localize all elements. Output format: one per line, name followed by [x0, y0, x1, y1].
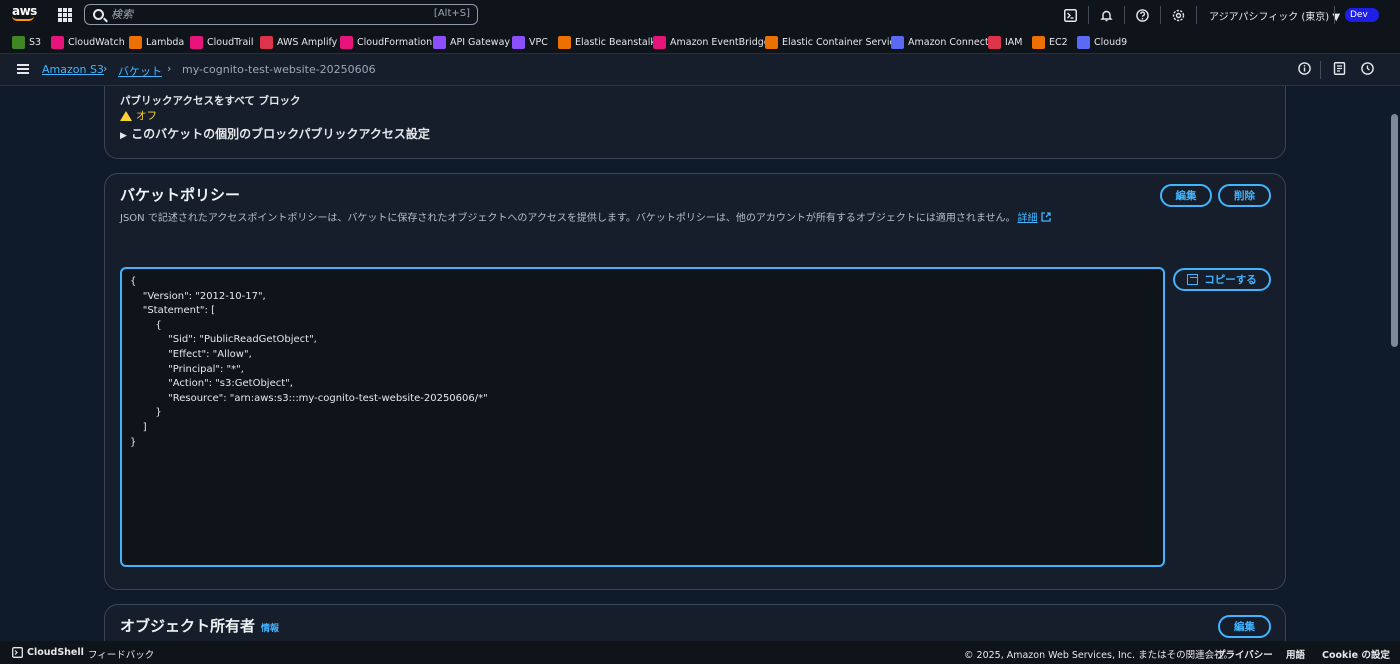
- favorite-cloudformation[interactable]: CloudFormation: [340, 34, 432, 50]
- aws-logo-text: aws: [12, 4, 37, 18]
- favorite-api-gateway[interactable]: API Gateway: [433, 34, 510, 50]
- bucket-policy-panel: バケットポリシー JSON で記述されたアクセスポイントポリシーは、バケットに保…: [104, 173, 1286, 590]
- footer-terms[interactable]: 用語: [1286, 647, 1305, 661]
- region-selector[interactable]: アジアパシフィック (東京) ▼: [1209, 8, 1340, 23]
- policy-copy-button[interactable]: コピーする: [1173, 268, 1271, 291]
- policy-json-viewer[interactable]: { "Version": "2012-10-17", "Statement": …: [120, 267, 1165, 567]
- favorites-bar: S3 CloudWatch Lambda CloudTrail AWS Ampl…: [0, 30, 1400, 54]
- search-shortcut: [Alt+S]: [433, 8, 470, 19]
- breadcrumb-chevron-icon: ›: [103, 62, 108, 75]
- settings-gear-icon[interactable]: [1170, 7, 1186, 23]
- search-input[interactable]: [111, 6, 411, 23]
- aws-logo[interactable]: aws: [12, 5, 38, 25]
- help-icon[interactable]: [1134, 7, 1150, 23]
- favorite-ecs[interactable]: Elastic Container Service: [765, 34, 901, 50]
- favorite-amazon-connect[interactable]: Amazon Connect: [891, 34, 989, 50]
- ec2-icon: [1032, 35, 1045, 49]
- beanstalk-icon: [558, 35, 571, 49]
- favorite-elastic-beanstalk[interactable]: Elastic Beanstalk: [558, 34, 656, 50]
- cloudwatch-icon: [51, 35, 64, 49]
- footer-cloudshell[interactable]: CloudShell: [12, 647, 84, 658]
- bucket-policy-description: JSON で記述されたアクセスポイントポリシーは、バケットに保存されたオブジェク…: [120, 209, 1051, 225]
- scrollbar-thumb[interactable]: [1391, 114, 1398, 347]
- account-menu-badge[interactable]: Dev: [1345, 8, 1379, 22]
- breadcrumb-chevron-icon: ›: [167, 62, 172, 75]
- search-icon: [93, 9, 104, 20]
- breadcrumb-current: my-cognito-test-website-20250606: [182, 63, 376, 76]
- iam-icon: [988, 35, 1001, 49]
- vpc-icon: [512, 35, 525, 49]
- history-icon[interactable]: [1359, 62, 1375, 78]
- ecs-icon: [765, 35, 778, 49]
- ownership-info-link[interactable]: 情報: [261, 624, 279, 634]
- object-ownership-title: オブジェクト所有者 情報: [120, 617, 280, 635]
- lambda-icon: [129, 35, 142, 49]
- details-link[interactable]: 詳細: [1018, 213, 1038, 224]
- notifications-bell-icon[interactable]: [1098, 7, 1114, 23]
- favorite-s3[interactable]: S3: [12, 34, 41, 50]
- ownership-edit-button[interactable]: 編集: [1218, 615, 1271, 638]
- block-status-text: オフ: [136, 110, 157, 122]
- eventbridge-icon: [653, 35, 666, 49]
- favorite-eventbridge[interactable]: Amazon EventBridge: [653, 34, 770, 50]
- cloud9-icon: [1077, 35, 1090, 49]
- footer-feedback[interactable]: フィードバック: [88, 647, 154, 661]
- amplify-icon: [260, 35, 273, 49]
- notes-panel-icon[interactable]: [1331, 62, 1347, 78]
- search-box: [Alt+S]: [84, 4, 478, 25]
- footer-privacy[interactable]: プライバシー: [1216, 647, 1273, 661]
- breadcrumb-amazon-s3[interactable]: Amazon S3: [42, 63, 104, 76]
- footer-cookie[interactable]: Cookie の設定: [1322, 647, 1390, 661]
- top-navigation: aws [Alt+S] アジアパシフィック (東京) ▼ Dev: [0, 0, 1400, 30]
- policy-delete-button[interactable]: 削除: [1218, 184, 1271, 207]
- favorite-aws-amplify[interactable]: AWS Amplify: [260, 34, 337, 50]
- favorite-lambda[interactable]: Lambda: [129, 34, 184, 50]
- cloudformation-icon: [340, 35, 353, 49]
- object-ownership-panel: オブジェクト所有者 情報 編集: [104, 604, 1286, 641]
- s3-icon: [12, 35, 25, 49]
- favorite-iam[interactable]: IAM: [988, 34, 1023, 50]
- policy-edit-button[interactable]: 編集: [1160, 184, 1212, 207]
- cloudshell-footer-icon: [12, 647, 23, 658]
- bucket-policy-title: バケットポリシー: [120, 186, 241, 204]
- main-content: パブリックアクセスをすべて ブロック オフ ▶ このバケットの個別のブロックパブ…: [0, 86, 1389, 641]
- footer: CloudShell フィードバック © 2025, Amazon Web Se…: [0, 641, 1400, 664]
- external-link-icon[interactable]: [1041, 211, 1051, 225]
- block-status: オフ: [120, 108, 157, 123]
- block-public-access-panel: パブリックアクセスをすべて ブロック オフ ▶ このバケットの個別のブロックパブ…: [104, 86, 1286, 159]
- favorite-ec2[interactable]: EC2: [1032, 34, 1068, 50]
- cloudshell-icon[interactable]: [1062, 7, 1078, 23]
- favorite-cloud9[interactable]: Cloud9: [1077, 34, 1127, 50]
- connect-icon: [891, 35, 904, 49]
- favorite-cloudwatch[interactable]: CloudWatch: [51, 34, 125, 50]
- breadcrumb-buckets[interactable]: バケット: [118, 63, 162, 79]
- breadcrumb-bar: Amazon S3 › バケット › my-cognito-test-websi…: [0, 54, 1400, 86]
- warning-icon: [120, 110, 132, 121]
- info-circle-icon[interactable]: [1296, 62, 1312, 78]
- favorite-vpc[interactable]: VPC: [512, 34, 548, 50]
- favorite-cloudtrail[interactable]: CloudTrail: [190, 34, 254, 50]
- page-scrollbar[interactable]: [1389, 86, 1400, 641]
- footer-copyright: © 2025, Amazon Web Services, Inc. またはその関…: [964, 650, 1234, 661]
- cloudtrail-icon: [190, 35, 203, 49]
- api-gateway-icon: [433, 35, 446, 49]
- individual-settings-expander[interactable]: ▶ このバケットの個別のブロックパブリックアクセス設定: [120, 125, 430, 142]
- copy-icon: [1187, 274, 1199, 285]
- caret-right-icon: ▶: [120, 131, 127, 141]
- services-grid-icon[interactable]: [58, 8, 72, 22]
- block-all-label: パブリックアクセスをすべて ブロック: [120, 95, 301, 107]
- menu-hamburger-icon[interactable]: [17, 64, 29, 74]
